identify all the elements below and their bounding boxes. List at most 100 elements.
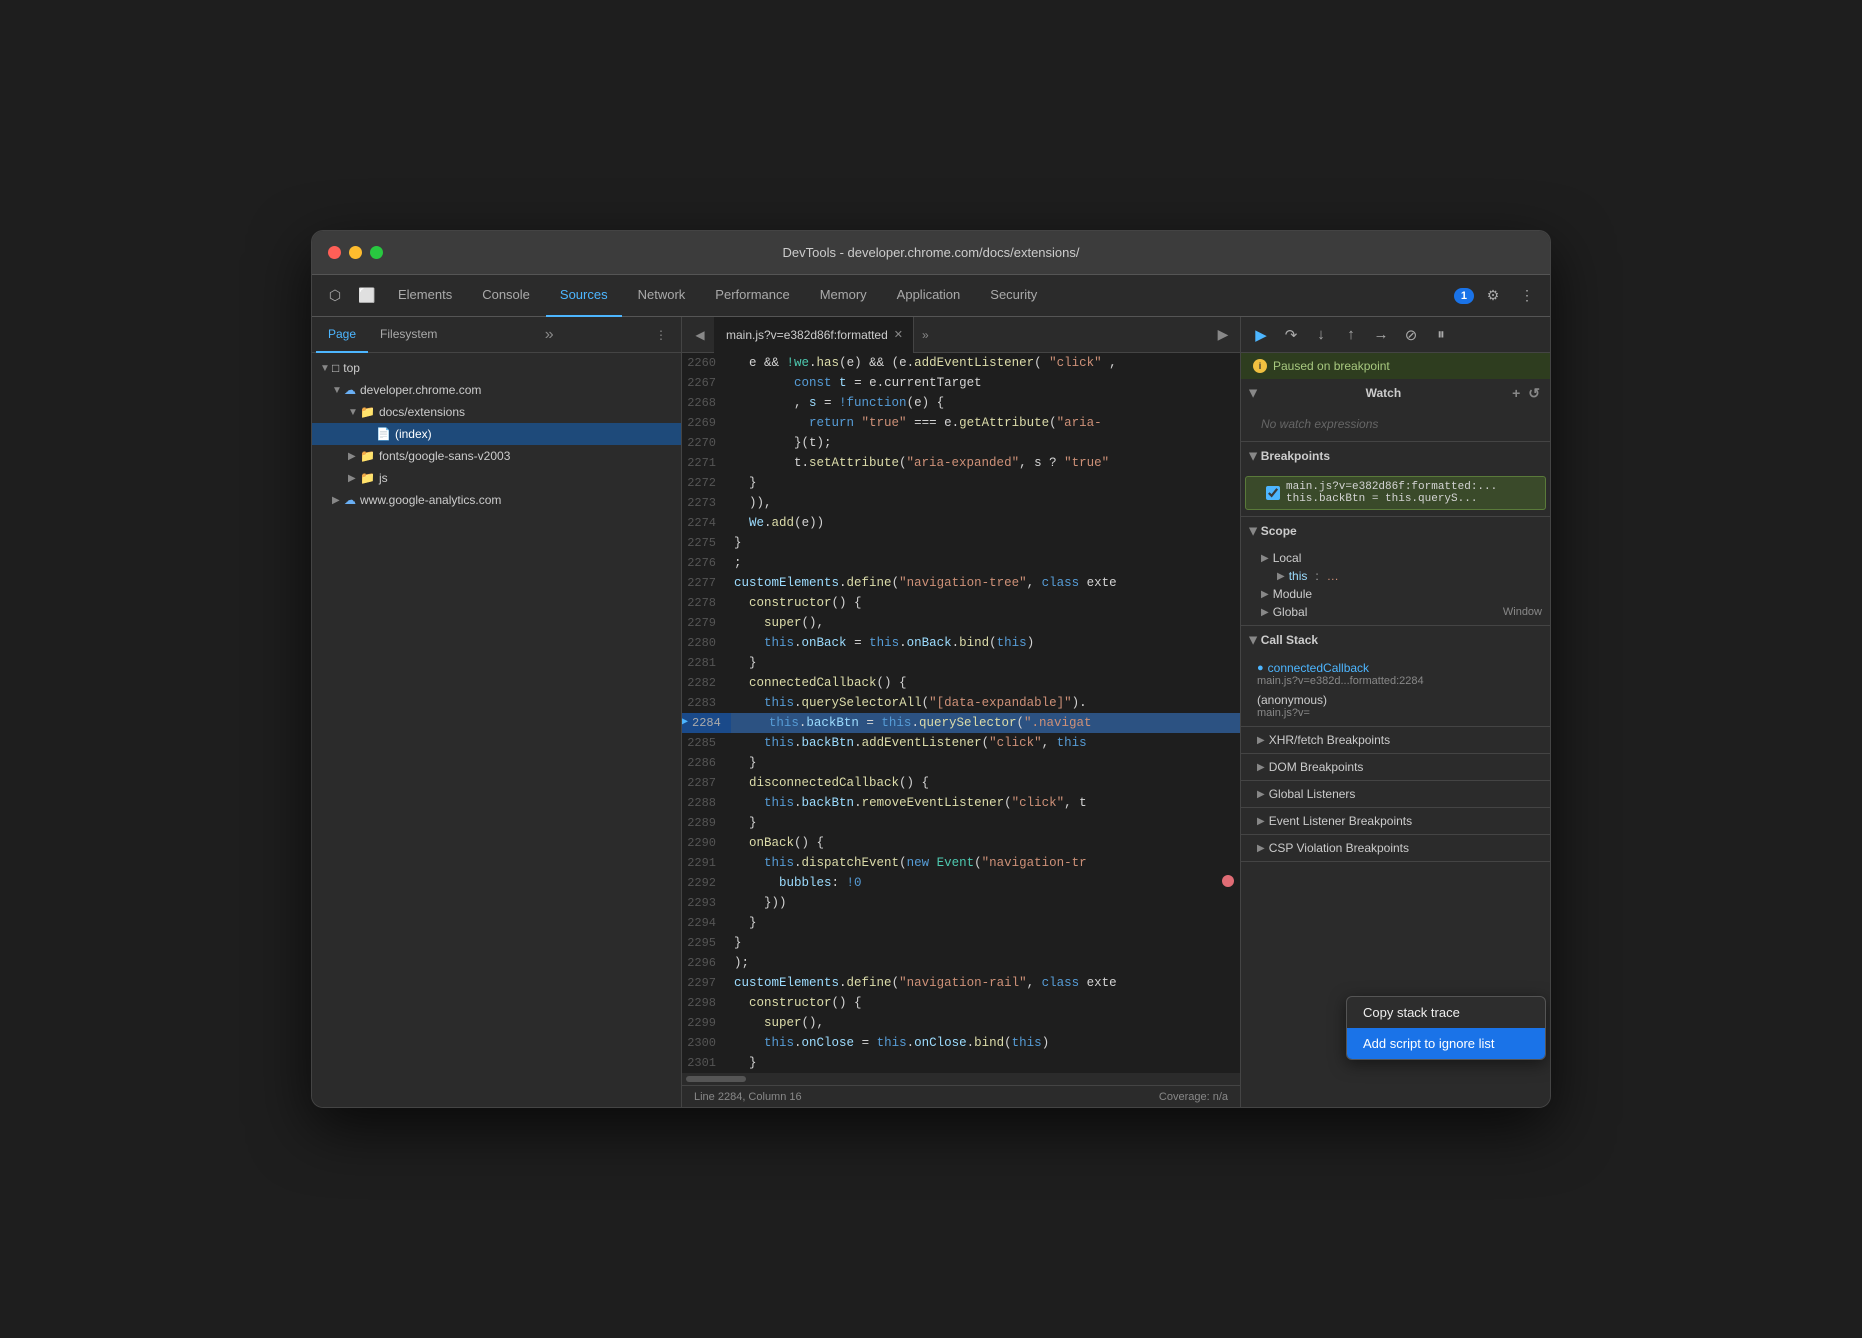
tree-item-chrome[interactable]: ▼ ☁ developer.chrome.com (312, 379, 681, 401)
tab-application[interactable]: Application (883, 275, 975, 317)
callstack-header[interactable]: ▶ Call Stack (1241, 626, 1550, 654)
breakpoint-code: this.backBtn = this.queryS... (1286, 493, 1497, 505)
tree-item-analytics[interactable]: ▶ ☁ www.google-analytics.com (312, 489, 681, 511)
tab-elements[interactable]: Elements (384, 275, 466, 317)
tab-security[interactable]: Security (976, 275, 1051, 317)
event-label: Event Listener Breakpoints (1269, 814, 1412, 828)
close-button[interactable] (328, 246, 341, 259)
notification-badge[interactable]: 1 (1454, 288, 1474, 304)
callstack-item-1[interactable]: (anonymous) main.js?v= (1241, 690, 1550, 722)
settings-icon[interactable]: ⚙ (1478, 281, 1508, 311)
deactivate-breakpoints-icon[interactable]: ⊘ (1397, 321, 1425, 349)
event-listener-header[interactable]: ▶ Event Listener Breakpoints (1241, 808, 1550, 834)
scope-local-this[interactable]: ▶ this : … (1241, 567, 1550, 585)
tree-item-fonts[interactable]: ▶ 📁 fonts/google-sans-v2003 (312, 445, 681, 467)
watch-section-header[interactable]: ▶ Watch + ↺ (1241, 379, 1550, 407)
tree-label-index: (index) (395, 427, 432, 441)
paused-banner: i Paused on breakpoint (1241, 353, 1550, 379)
resume-button[interactable]: ▶ (1247, 321, 1275, 349)
inspect-icon[interactable]: ⬡ (320, 281, 350, 311)
tab-performance[interactable]: Performance (701, 275, 803, 317)
tree-arrow-fonts: ▶ (348, 451, 360, 462)
scope-global-header[interactable]: ▶ Global Window (1241, 603, 1550, 621)
watch-title: Watch (1366, 386, 1402, 400)
context-menu-item-copy-stack[interactable]: Copy stack trace (1347, 997, 1545, 1028)
xhr-fetch-header[interactable]: ▶ XHR/fetch Breakpoints (1241, 727, 1550, 753)
breakpoints-body: main.js?v=e382d86f:formatted:... this.ba… (1241, 470, 1550, 516)
csp-header[interactable]: ▶ CSP Violation Breakpoints (1241, 835, 1550, 861)
tab-network[interactable]: Network (624, 275, 700, 317)
device-toolbar-icon[interactable]: ⬜ (352, 281, 382, 311)
tree-item-js[interactable]: ▶ 📁 js (312, 467, 681, 489)
scope-module-header[interactable]: ▶ Module (1241, 585, 1550, 603)
code-line-2273: 2273 )), (682, 493, 1240, 513)
maximize-button[interactable] (370, 246, 383, 259)
scope-local-arrow-icon: ▶ (1261, 553, 1269, 564)
scope-local-header[interactable]: ▶ Local (1241, 549, 1550, 567)
coverage-status: Coverage: n/a (1159, 1091, 1228, 1103)
editor-tabs-more-icon[interactable]: » (914, 328, 937, 342)
callstack-title: Call Stack (1261, 633, 1318, 647)
code-line-2285: 2285 this.backBtn.addEventListener("clic… (682, 733, 1240, 753)
main-content: Page Filesystem » ⋮ ▼ □ top ▼ ☁ devel (312, 317, 1550, 1107)
xhr-fetch-section: ▶ XHR/fetch Breakpoints (1241, 727, 1550, 754)
code-line-2295: 2295 } (682, 933, 1240, 953)
left-tabs-more-icon[interactable]: » (537, 326, 562, 344)
run-snippet-icon[interactable]: ▶ (1210, 322, 1236, 348)
code-line-2298: 2298 constructor() { (682, 993, 1240, 1013)
code-line-2277: 2277 customElements.define("navigation-t… (682, 573, 1240, 593)
tree-item-top[interactable]: ▼ □ top (312, 357, 681, 379)
code-line-2291: 2291 this.dispatchEvent(new Event("navig… (682, 853, 1240, 873)
tab-console[interactable]: Console (468, 275, 544, 317)
editor-tab-label: main.js?v=e382d86f:formatted (726, 328, 888, 342)
code-line-2286: 2286 } (682, 753, 1240, 773)
editor-tab-close-icon[interactable]: ✕ (894, 328, 903, 341)
devtools-navbar: ⬡ ⬜ Elements Console Sources Network Per… (312, 275, 1550, 317)
scope-global-arrow-icon: ▶ (1261, 607, 1269, 618)
tab-sources[interactable]: Sources (546, 275, 622, 317)
pause-on-exceptions-icon[interactable]: ⏸ (1427, 321, 1455, 349)
breakpoint-checkbox[interactable] (1266, 486, 1280, 500)
scope-header[interactable]: ▶ Scope (1241, 517, 1550, 545)
editor-tab-main[interactable]: main.js?v=e382d86f:formatted ✕ (714, 317, 914, 353)
tree-item-docs[interactable]: ▼ 📁 docs/extensions (312, 401, 681, 423)
tab-filesystem[interactable]: Filesystem (368, 317, 449, 353)
step-into-button[interactable]: ↓ (1307, 321, 1335, 349)
code-editor[interactable]: 2260 e && !we.has(e) && (e.addEventListe… (682, 353, 1240, 1085)
tab-page[interactable]: Page (316, 317, 368, 353)
refresh-watch-icon[interactable]: ↺ (1526, 383, 1542, 404)
code-line-2282: 2282 connectedCallback() { (682, 673, 1240, 693)
tree-label-analytics: www.google-analytics.com (360, 493, 501, 507)
breakpoint-item-0[interactable]: main.js?v=e382d86f:formatted:... this.ba… (1245, 476, 1546, 510)
callstack-item-0[interactable]: ● connectedCallback main.js?v=e382d...fo… (1241, 658, 1550, 690)
event-arrow-icon: ▶ (1257, 816, 1265, 827)
callstack-body: ● connectedCallback main.js?v=e382d...fo… (1241, 654, 1550, 726)
breakpoints-header[interactable]: ▶ Breakpoints (1241, 442, 1550, 470)
code-line-2274: 2274 We.add(e)) (682, 513, 1240, 533)
more-options-icon[interactable]: ⋮ (1512, 281, 1542, 311)
step-out-button[interactable]: ↑ (1337, 321, 1365, 349)
add-watch-icon[interactable]: + (1510, 383, 1522, 404)
left-panel-tabs: Page Filesystem » ⋮ (312, 317, 681, 353)
code-line-2293: 2293 })) (682, 893, 1240, 913)
editor-nav-left-icon[interactable]: ◀ (686, 321, 714, 349)
breakpoints-arrow-icon: ▶ (1247, 452, 1258, 460)
step-over-button[interactable]: ↷ (1277, 321, 1305, 349)
tab-memory[interactable]: Memory (806, 275, 881, 317)
xhr-label: XHR/fetch Breakpoints (1269, 733, 1390, 747)
csp-section: ▶ CSP Violation Breakpoints (1241, 835, 1550, 862)
editor-tabs: ◀ main.js?v=e382d86f:formatted ✕ » ▶ (682, 317, 1240, 353)
devtools-window: DevTools - developer.chrome.com/docs/ext… (311, 230, 1551, 1108)
cloud-icon-chrome: ☁ (344, 383, 356, 397)
step-button[interactable]: → (1367, 321, 1395, 349)
file-tree-actions-icon[interactable]: ⋮ (649, 323, 673, 347)
code-line-2300: 2300 this.onClose = this.onClose.bind(th… (682, 1033, 1240, 1053)
context-menu-item-ignore[interactable]: Add script to ignore list (1347, 1028, 1545, 1059)
tree-label-fonts: fonts/google-sans-v2003 (379, 449, 510, 463)
xhr-arrow-icon: ▶ (1257, 735, 1265, 746)
global-listeners-header[interactable]: ▶ Global Listeners (1241, 781, 1550, 807)
minimize-button[interactable] (349, 246, 362, 259)
tree-item-index[interactable]: ▶ 📄 (index) (312, 423, 681, 445)
dom-breakpoints-header[interactable]: ▶ DOM Breakpoints (1241, 754, 1550, 780)
code-line-2296: 2296 ); (682, 953, 1240, 973)
